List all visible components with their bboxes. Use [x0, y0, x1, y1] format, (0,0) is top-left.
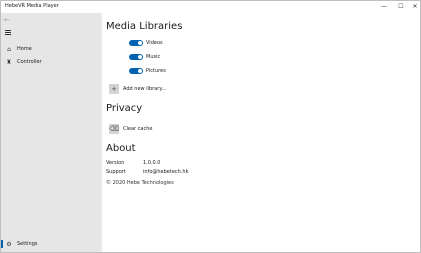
about-heading: About [106, 143, 136, 154]
close-button[interactable]: ✕ [407, 2, 420, 12]
support-key: Support [106, 169, 126, 175]
videos-toggle-row: Videos [129, 39, 163, 47]
privacy-heading: Privacy [106, 103, 143, 114]
videos-toggle-label: Videos [146, 40, 163, 46]
clear-cache-icon: ⌫ [109, 124, 119, 134]
videos-toggle[interactable] [129, 40, 143, 46]
version-value: 1.0.0.0 [143, 160, 161, 166]
nav-pane: ← ⌂ Home ♜ Controller ⚙ Settings [1, 13, 101, 252]
music-toggle-label: Music [146, 54, 161, 60]
home-icon: ⌂ [7, 45, 11, 53]
sidebar-item-label: Controller [17, 59, 42, 65]
music-toggle[interactable] [129, 54, 143, 60]
pictures-toggle[interactable] [129, 68, 143, 74]
minimize-button[interactable]: — [376, 2, 392, 12]
back-arrow-icon[interactable]: ← [4, 16, 14, 24]
pictures-toggle-row: Pictures [129, 67, 166, 75]
add-library-button[interactable]: + Add new library... [109, 84, 166, 94]
sidebar-item-label: Settings [17, 241, 38, 247]
sidebar-item-label: Home [17, 46, 32, 52]
copyright-text: © 2020 Hebe Technologies [106, 180, 174, 186]
hamburger-menu-icon[interactable] [4, 29, 12, 37]
plus-icon: + [109, 84, 119, 94]
window-title: HebeVR Media Player [5, 3, 59, 9]
clear-cache-button[interactable]: ⌫ Clear cache [109, 124, 152, 134]
app-window: HebeVR Media Player — ☐ ✕ ← ⌂ Home ♜ Con… [0, 0, 421, 253]
nav-pane-shadow [101, 13, 103, 252]
clear-cache-label: Clear cache [123, 126, 153, 132]
gear-icon: ⚙ [6, 240, 12, 248]
add-library-label: Add new library... [123, 86, 167, 92]
pictures-toggle-label: Pictures [146, 68, 166, 74]
controller-icon: ♜ [6, 58, 12, 66]
sidebar-item-settings[interactable]: ⚙ Settings [1, 238, 101, 250]
sidebar-item-controller[interactable]: ♜ Controller [1, 56, 101, 68]
version-key: Version [106, 160, 125, 166]
support-email-link[interactable]: info@hebetech.hk [143, 169, 188, 175]
title-bar: HebeVR Media Player — ☐ ✕ [1, 1, 420, 13]
music-toggle-row: Music [129, 53, 160, 61]
selection-indicator [1, 240, 3, 248]
sidebar-item-home[interactable]: ⌂ Home [1, 43, 101, 55]
media-libraries-heading: Media Libraries [106, 21, 183, 32]
